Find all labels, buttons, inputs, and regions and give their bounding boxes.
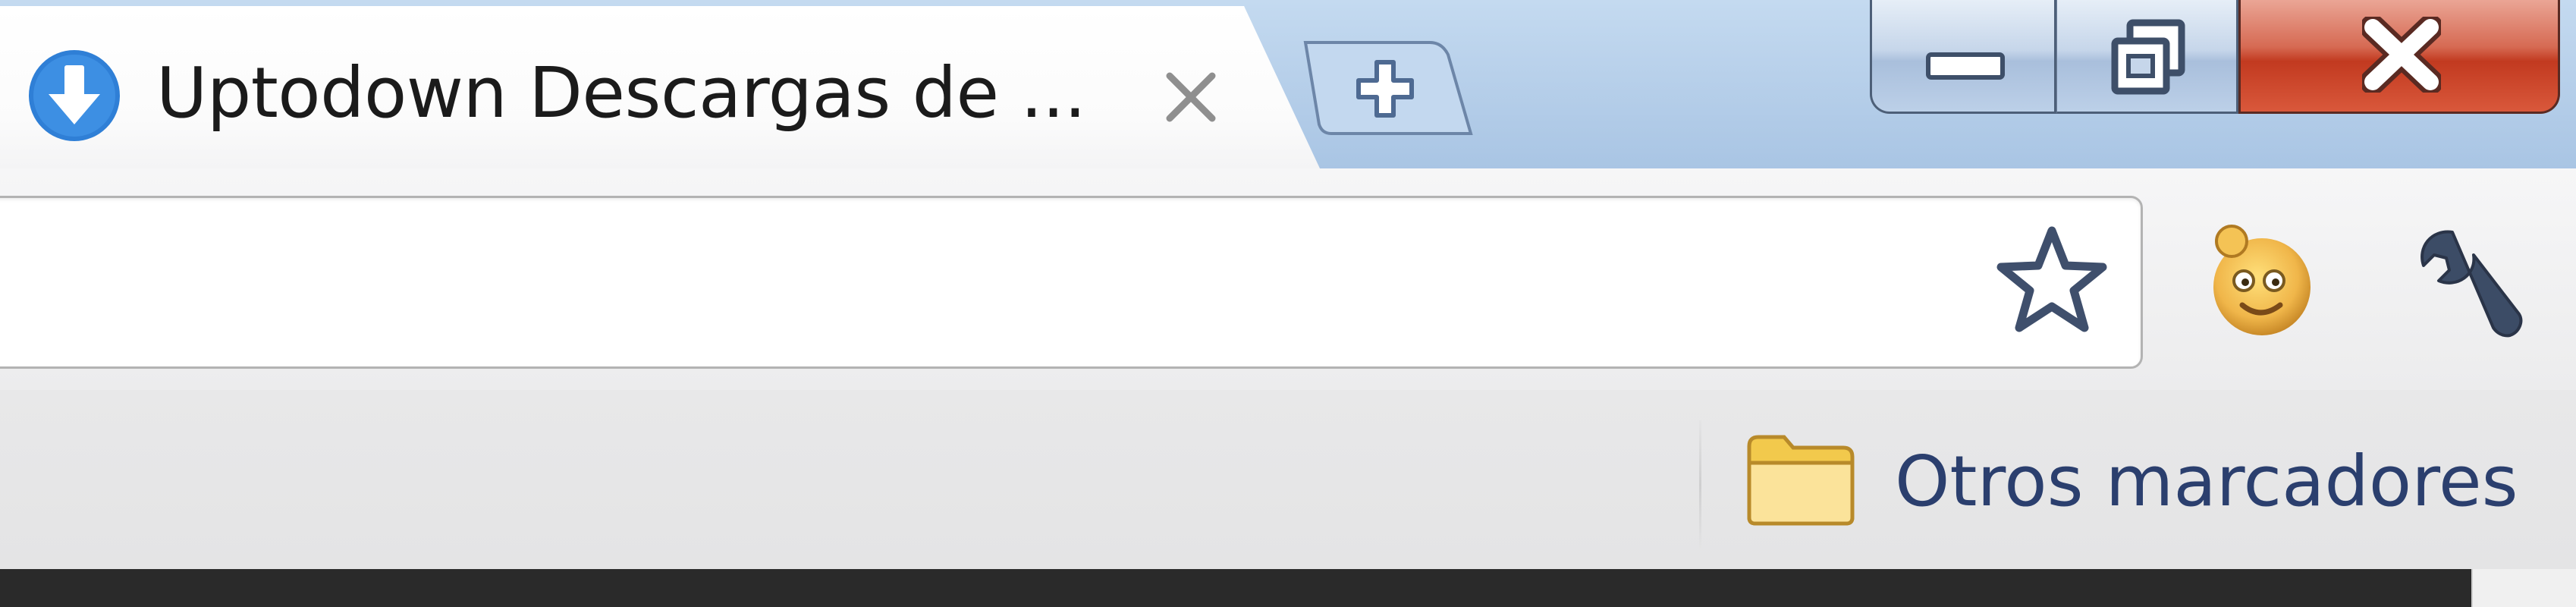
smiley-extension-icon[interactable] (2200, 220, 2321, 341)
other-bookmarks-label: Otros marcadores (1895, 441, 2518, 522)
window-controls (1870, 0, 2560, 120)
restore-icon (2111, 19, 2185, 95)
wrench-icon[interactable] (2408, 225, 2530, 346)
new-tab-button[interactable] (1301, 36, 1475, 139)
tab-title: Uptodown Descargas de ... (156, 52, 1086, 134)
uptodown-download-icon (29, 50, 120, 141)
maximize-button[interactable] (2056, 0, 2238, 114)
star-icon[interactable] (1995, 225, 2109, 338)
scrollbar-track[interactable] (2471, 569, 2576, 607)
url-input[interactable] (25, 228, 1924, 336)
page-content (0, 569, 2471, 607)
minimize-icon (1926, 52, 2005, 80)
folder-icon (1747, 435, 1855, 526)
minimize-button[interactable] (1870, 0, 2056, 114)
active-tab[interactable]: Uptodown Descargas de ... (0, 6, 1320, 168)
bookmarks-separator (1699, 420, 1701, 549)
other-bookmarks-button[interactable]: Otros marcadores (1745, 413, 2571, 546)
address-bar[interactable] (0, 196, 2143, 369)
title-bar: Uptodown Descargas de ... (0, 0, 2576, 168)
browser-window: Uptodown Descargas de ... Otros marcador… (0, 0, 2576, 607)
toolbar (0, 168, 2576, 390)
close-window-button[interactable] (2238, 0, 2560, 114)
bookmarks-bar: Otros marcadores (0, 390, 2576, 569)
close-x-icon (2362, 17, 2441, 93)
close-icon[interactable] (1161, 67, 1221, 127)
